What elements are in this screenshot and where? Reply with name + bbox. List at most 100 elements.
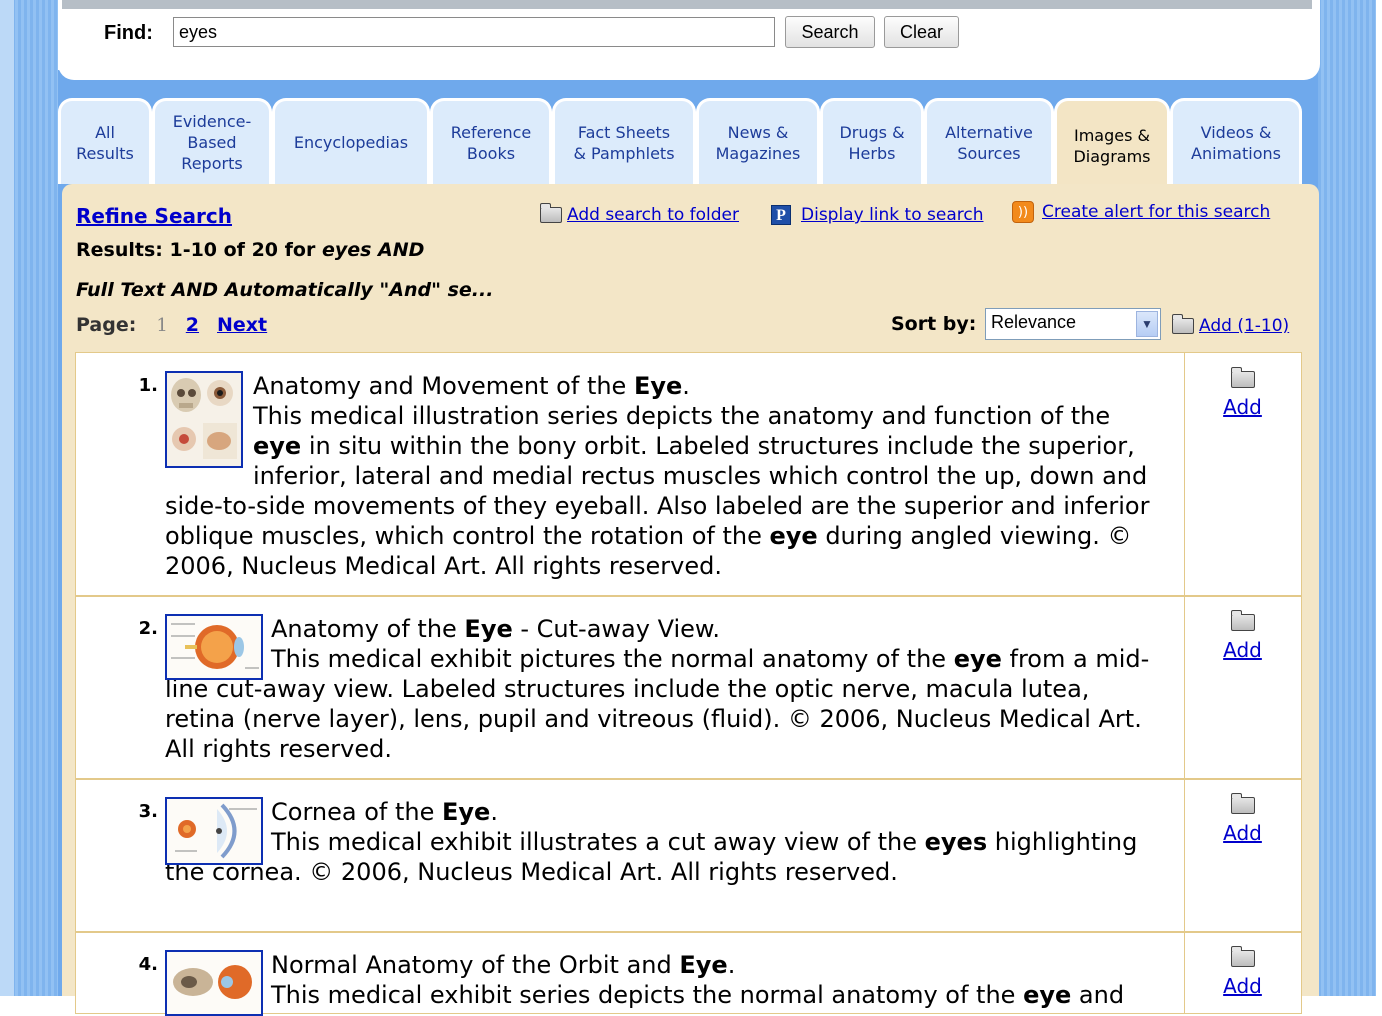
add-result[interactable]: Add [1184, 946, 1301, 1001]
add-link[interactable]: Add [1223, 818, 1262, 848]
description-keyword: eyes [924, 828, 988, 856]
next-page-link[interactable]: Next [217, 314, 267, 336]
tab-label: News & [727, 122, 789, 142]
tab-label: Alternative [945, 122, 1033, 142]
tab-all-results[interactable]: All Results [58, 98, 152, 184]
cornea-thumbnail [167, 799, 261, 863]
description-keyword: eye [253, 432, 302, 460]
description-keyword: eye [769, 522, 818, 550]
search-input[interactable] [173, 17, 775, 47]
tab-label: Animations [1191, 143, 1281, 163]
result-text: Cornea of the Eye. This medical exhibit … [165, 797, 1165, 887]
description-text: and [1071, 981, 1125, 1009]
display-link-to-search[interactable]: P Display link to search [771, 205, 983, 225]
row-divider [76, 931, 1301, 933]
add-link[interactable]: Add [1223, 635, 1262, 665]
result-description: This medical illustration series depicts… [165, 402, 1149, 580]
result-description: This medical exhibit series depicts the … [271, 981, 1124, 1009]
result-description: This medical exhibit illustrates a cut a… [165, 828, 1137, 886]
add-search-to-folder[interactable]: Add search to folder [540, 203, 739, 225]
result-description: This medical exhibit pictures the normal… [165, 645, 1149, 763]
chevron-down-icon[interactable]: ▼ [1136, 311, 1158, 337]
result-thumbnail[interactable] [165, 950, 263, 1016]
title-keyword: Eye [464, 615, 513, 643]
result-thumbnail[interactable] [165, 797, 263, 865]
display-link-label[interactable]: Display link to search [801, 205, 983, 225]
tab-label: & Pamphlets [573, 143, 675, 163]
title-text: . [682, 372, 690, 400]
tab-fact-sheets[interactable]: Fact Sheets & Pamphlets [552, 98, 696, 184]
title-text: . [727, 951, 736, 979]
result-title[interactable]: Cornea of the Eye. [271, 798, 498, 826]
rss-icon: )) [1012, 201, 1034, 223]
folder-icon [1230, 946, 1255, 967]
eye-anatomy-thumbnail [167, 373, 241, 466]
description-text: This medical exhibit illustrates a cut a… [271, 828, 925, 856]
column-divider [1184, 353, 1185, 1013]
description-text: This medical exhibit pictures the normal… [271, 645, 954, 673]
tab-label: Evidence- [172, 112, 252, 131]
eye-cutaway-thumbnail [167, 616, 261, 678]
left-background-edge [0, 0, 58, 996]
tab-label: Encyclopedias [293, 133, 409, 152]
create-alert[interactable]: )) Create alert for this search [1012, 201, 1270, 223]
add-link[interactable]: Add [1223, 392, 1262, 422]
tab-label: Magazines [715, 143, 801, 163]
result-title[interactable]: Normal Anatomy of the Orbit and Eye. [271, 951, 735, 979]
result-item: 3. Cornea of the Eye. This medical exhib… [76, 793, 1262, 917]
result-thumbnail[interactable] [165, 371, 243, 468]
page-2-link[interactable]: 2 [186, 314, 199, 336]
add-all-to-folder[interactable]: Add (1-10) [1172, 314, 1289, 336]
clear-button[interactable]: Clear [884, 16, 959, 48]
description-keyword: eye [1023, 981, 1072, 1009]
search-button[interactable]: Search [785, 16, 875, 48]
tab-label: Herbs [848, 143, 896, 163]
tab-evidence-based-reports[interactable]: Evidence- Based Reports [152, 98, 272, 184]
tab-images-diagrams[interactable]: Images & Diagrams [1054, 98, 1170, 190]
refine-search-link[interactable]: Refine Search [76, 204, 232, 228]
result-title[interactable]: Anatomy of the Eye - Cut-away View. [271, 615, 720, 643]
result-item: 4. Normal Anatomy of the Orbit and Eye. … [76, 946, 1262, 1016]
result-thumbnail[interactable] [165, 614, 263, 680]
add-result[interactable]: Add [1184, 367, 1301, 422]
results-table: 1. Anatomy and Movement of the Eye. This… [75, 352, 1302, 1016]
add-search-to-folder-label[interactable]: Add search to folder [567, 205, 739, 225]
tab-label: Reference [450, 122, 532, 142]
sort-label: Sort by: [891, 313, 977, 335]
create-alert-label[interactable]: Create alert for this search [1042, 202, 1270, 222]
row-divider [76, 778, 1301, 780]
tab-news-magazines[interactable]: News & Magazines [696, 98, 820, 184]
folder-icon [1172, 314, 1194, 334]
result-number: 3. [138, 801, 158, 822]
tab-label: Diagrams [1073, 146, 1151, 166]
title-keyword: Eye [441, 798, 491, 826]
find-label: Find: [104, 22, 153, 44]
title-text: . [490, 798, 498, 826]
title-text: Anatomy of the [271, 615, 465, 643]
add-link[interactable]: Add [1223, 971, 1262, 1001]
add-all-label[interactable]: Add (1-10) [1199, 316, 1289, 336]
tab-label: Sources [957, 143, 1021, 163]
tab-drugs-herbs[interactable]: Drugs & Herbs [820, 98, 924, 184]
folder-icon [1230, 610, 1255, 631]
orbit-thumbnail [167, 952, 261, 1014]
title-text: Cornea of the [271, 798, 442, 826]
result-number: 1. [138, 375, 158, 396]
result-text: Anatomy of the Eye - Cut-away View. This… [165, 614, 1165, 764]
result-text: Anatomy and Movement of the Eye. This me… [165, 371, 1165, 581]
sort-select[interactable]: Relevance ▼ [985, 308, 1161, 340]
tab-encyclopedias[interactable]: Encyclopedias [272, 98, 430, 184]
results-query: eyes AND [321, 239, 425, 261]
tab-reference-books[interactable]: Reference Books [430, 98, 552, 184]
sort-value: Relevance [991, 312, 1077, 332]
add-result[interactable]: Add [1184, 610, 1301, 665]
query-description: Full Text AND Automatically "And" se... [76, 279, 494, 301]
add-result[interactable]: Add [1184, 793, 1301, 848]
result-title[interactable]: Anatomy and Movement of the Eye. [253, 372, 690, 400]
result-number: 4. [138, 954, 158, 975]
tab-videos-animations[interactable]: Videos & Animations [1170, 98, 1302, 184]
tab-alternative-sources[interactable]: Alternative Sources [924, 98, 1054, 184]
title-keyword: Eye [679, 951, 728, 979]
page-label: Page: [76, 314, 137, 336]
tab-label: Drugs & [839, 122, 905, 142]
